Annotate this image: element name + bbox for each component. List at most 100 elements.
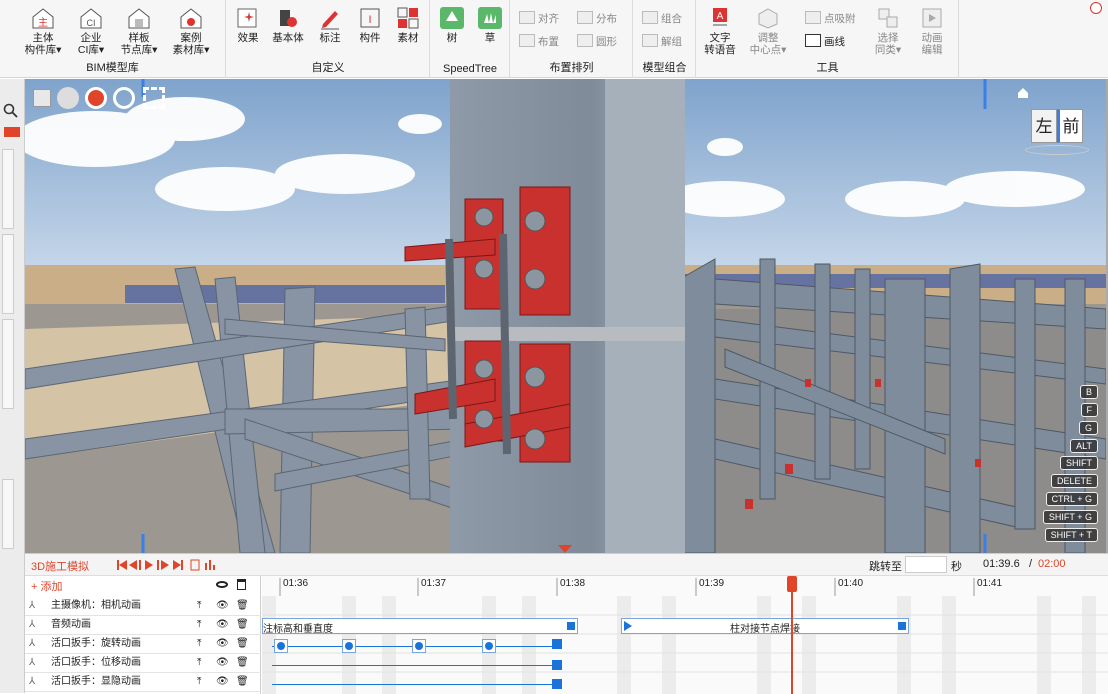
sample-node-library-button[interactable]: 样板 节点库▾ <box>118 6 160 56</box>
snap-point-button[interactable]: 点吸附 <box>805 10 856 28</box>
button-label: 分布 <box>596 13 617 25</box>
house-icon: CI <box>80 8 102 29</box>
track-row[interactable]: ⅄ 活口扳手：旋转动画 ⤒ 👁 🗑 <box>25 635 261 654</box>
shortcut-g: G <box>1078 421 1098 435</box>
delete-trash-icon[interactable]: 🗑 <box>236 673 249 691</box>
side-panel-tab[interactable] <box>2 234 14 314</box>
keyframe[interactable] <box>274 639 288 653</box>
playhead-handle[interactable] <box>787 576 797 592</box>
material-button[interactable]: 素材 <box>387 6 429 44</box>
grass-icon <box>478 7 502 29</box>
add-track-button[interactable]: + 添加 <box>31 578 62 594</box>
audio-clip[interactable]: 注标高和垂直度 <box>262 618 578 635</box>
visibility-eye-icon[interactable]: 👁 <box>216 654 229 672</box>
side-panel-tab[interactable] <box>2 149 14 229</box>
visibility-eye-icon[interactable]: 👁 <box>216 597 229 615</box>
keyframe[interactable] <box>482 639 496 653</box>
adjust-center-button[interactable]: 调整 中心点▾ <box>747 6 789 56</box>
select-same-type-button[interactable]: 选择 同类▾ <box>867 6 909 56</box>
move-top-icon[interactable]: ⤒ <box>197 635 201 653</box>
visibility-eye-icon[interactable]: 👁 <box>216 673 229 691</box>
button-label: 节点库▾ <box>120 44 158 56</box>
track-row[interactable]: ⅄ 活口扳手：位移动画 ⤒ 👁 🗑 <box>25 654 261 673</box>
annotate-button[interactable]: 标注 <box>309 6 351 44</box>
group-custom: 效果 基本体 标注 I 构件 素材 自定义 <box>227 0 430 78</box>
view-cube[interactable]: 左 前 <box>1025 103 1089 159</box>
clip-end-marker[interactable] <box>898 622 906 630</box>
button-label: 草 <box>484 32 496 44</box>
keyframe[interactable] <box>412 639 426 653</box>
house-icon <box>128 8 150 29</box>
draw-line-button[interactable]: 画线 <box>805 33 845 51</box>
button-label: 文字 <box>709 32 731 44</box>
keyframe[interactable] <box>342 639 356 653</box>
shortcut-shift-g: SHIFT + G <box>1042 510 1098 524</box>
case-material-library-button[interactable]: 案例 素材库▾ <box>170 6 212 56</box>
time-tick: 01:38 <box>560 578 586 589</box>
button-label: 画线 <box>824 36 845 48</box>
track-row[interactable]: ⅄ 主摄像机：相机动画 ⤒ 👁 🗑 <box>25 597 261 616</box>
timeline-panel: 3D施工模拟 跳转至 秒 01:39.6 / 02:00 + 添加 ⅄ 主摄像机… <box>25 553 1108 694</box>
component-button[interactable]: I 构件 <box>349 6 391 44</box>
move-top-icon[interactable]: ⤒ <box>197 597 201 615</box>
shortcut-ctrl-g: CTRL + G <box>1045 492 1098 506</box>
tree-button[interactable]: 树 <box>431 6 473 44</box>
distribute-button[interactable]: 分布 <box>577 10 617 28</box>
orbit-icon[interactable] <box>85 87 107 109</box>
align-icon <box>519 11 535 24</box>
combine-button[interactable]: 组合 <box>642 10 682 28</box>
close-ribbon-icon[interactable] <box>1090 2 1102 14</box>
cube-face-front[interactable]: 前 <box>1057 109 1083 143</box>
shapes-icon <box>280 10 297 27</box>
timeline-tracks[interactable]: 01:36 01:37 01:38 01:39 01:40 01:41 注标高和… <box>262 576 1108 694</box>
text-to-speech-button[interactable]: A 文字 转语音 <box>699 6 741 56</box>
keyframe-track-line <box>272 684 562 685</box>
enterprise-ci-library-button[interactable]: CI 企业 CI库▾ <box>70 6 112 56</box>
3d-viewport[interactable]: 左 前 B F G ALT SHIFT DELETE CTRL + G SHIF… <box>25 79 1106 553</box>
align-button[interactable]: 对齐 <box>519 10 559 28</box>
effect-button[interactable]: 效果 <box>227 6 269 44</box>
group-title: SpeedTree <box>442 63 498 75</box>
jump-to-input[interactable] <box>905 556 947 573</box>
track-row[interactable]: ⅄ 音频动画 ⤒ 👁 🗑 <box>25 616 261 635</box>
delete-trash-icon[interactable]: 🗑 <box>236 654 249 672</box>
delete-trash-icon[interactable]: 🗑 <box>236 616 249 634</box>
select-icon[interactable] <box>33 89 51 107</box>
seconds-label: 秒 <box>951 561 962 573</box>
keyframe-end[interactable] <box>552 639 562 649</box>
cube-face-left[interactable]: 左 <box>1031 109 1057 143</box>
eye-header-icon[interactable] <box>216 581 228 588</box>
keyframe-end[interactable] <box>552 660 562 670</box>
circle-button[interactable]: 圆形 <box>577 33 617 51</box>
move-top-icon[interactable]: ⤒ <box>197 616 201 634</box>
keyframe-end[interactable] <box>552 679 562 689</box>
hand-pan-icon[interactable] <box>57 87 79 109</box>
delete-trash-icon[interactable]: 🗑 <box>236 597 249 615</box>
side-panel-tab[interactable] <box>2 319 14 409</box>
side-panel-tab[interactable] <box>2 479 14 549</box>
tree-icon <box>440 7 464 29</box>
track-type-icon: ⅄ <box>29 657 36 668</box>
clip-end-marker[interactable] <box>567 622 575 630</box>
layout-button[interactable]: 布置 <box>519 33 559 51</box>
grass-button[interactable]: 草 <box>469 6 511 44</box>
main-component-library-button[interactable]: 主 主体 构件库▾ <box>22 6 64 56</box>
visibility-eye-icon[interactable]: 👁 <box>216 635 229 653</box>
track-type-icon: ⅄ <box>29 676 36 687</box>
delete-trash-icon[interactable]: 🗑 <box>236 635 249 653</box>
rotate-icon[interactable] <box>113 87 135 109</box>
move-top-icon[interactable]: ⤒ <box>197 673 201 691</box>
trash-header-icon[interactable] <box>237 579 246 590</box>
track-name: 活口扳手：位移动画 <box>51 657 141 668</box>
visibility-eye-icon[interactable]: 👁 <box>216 616 229 634</box>
audio-clip[interactable]: 柱对接节点焊接 <box>621 618 909 635</box>
search-icon[interactable] <box>3 103 18 118</box>
home-icon[interactable] <box>1017 87 1029 99</box>
animation-edit-button[interactable]: 动画 编辑 <box>911 6 953 56</box>
fullscreen-icon[interactable] <box>143 87 165 109</box>
ungroup-button[interactable]: 解组 <box>642 33 682 51</box>
primitive-button[interactable]: 基本体 <box>267 6 309 44</box>
track-row[interactable]: ⅄ 活口扳手：显隐动画 ⤒ 👁 🗑 <box>25 673 261 692</box>
move-top-icon[interactable]: ⤒ <box>197 654 201 672</box>
filter-icon[interactable] <box>4 127 20 137</box>
